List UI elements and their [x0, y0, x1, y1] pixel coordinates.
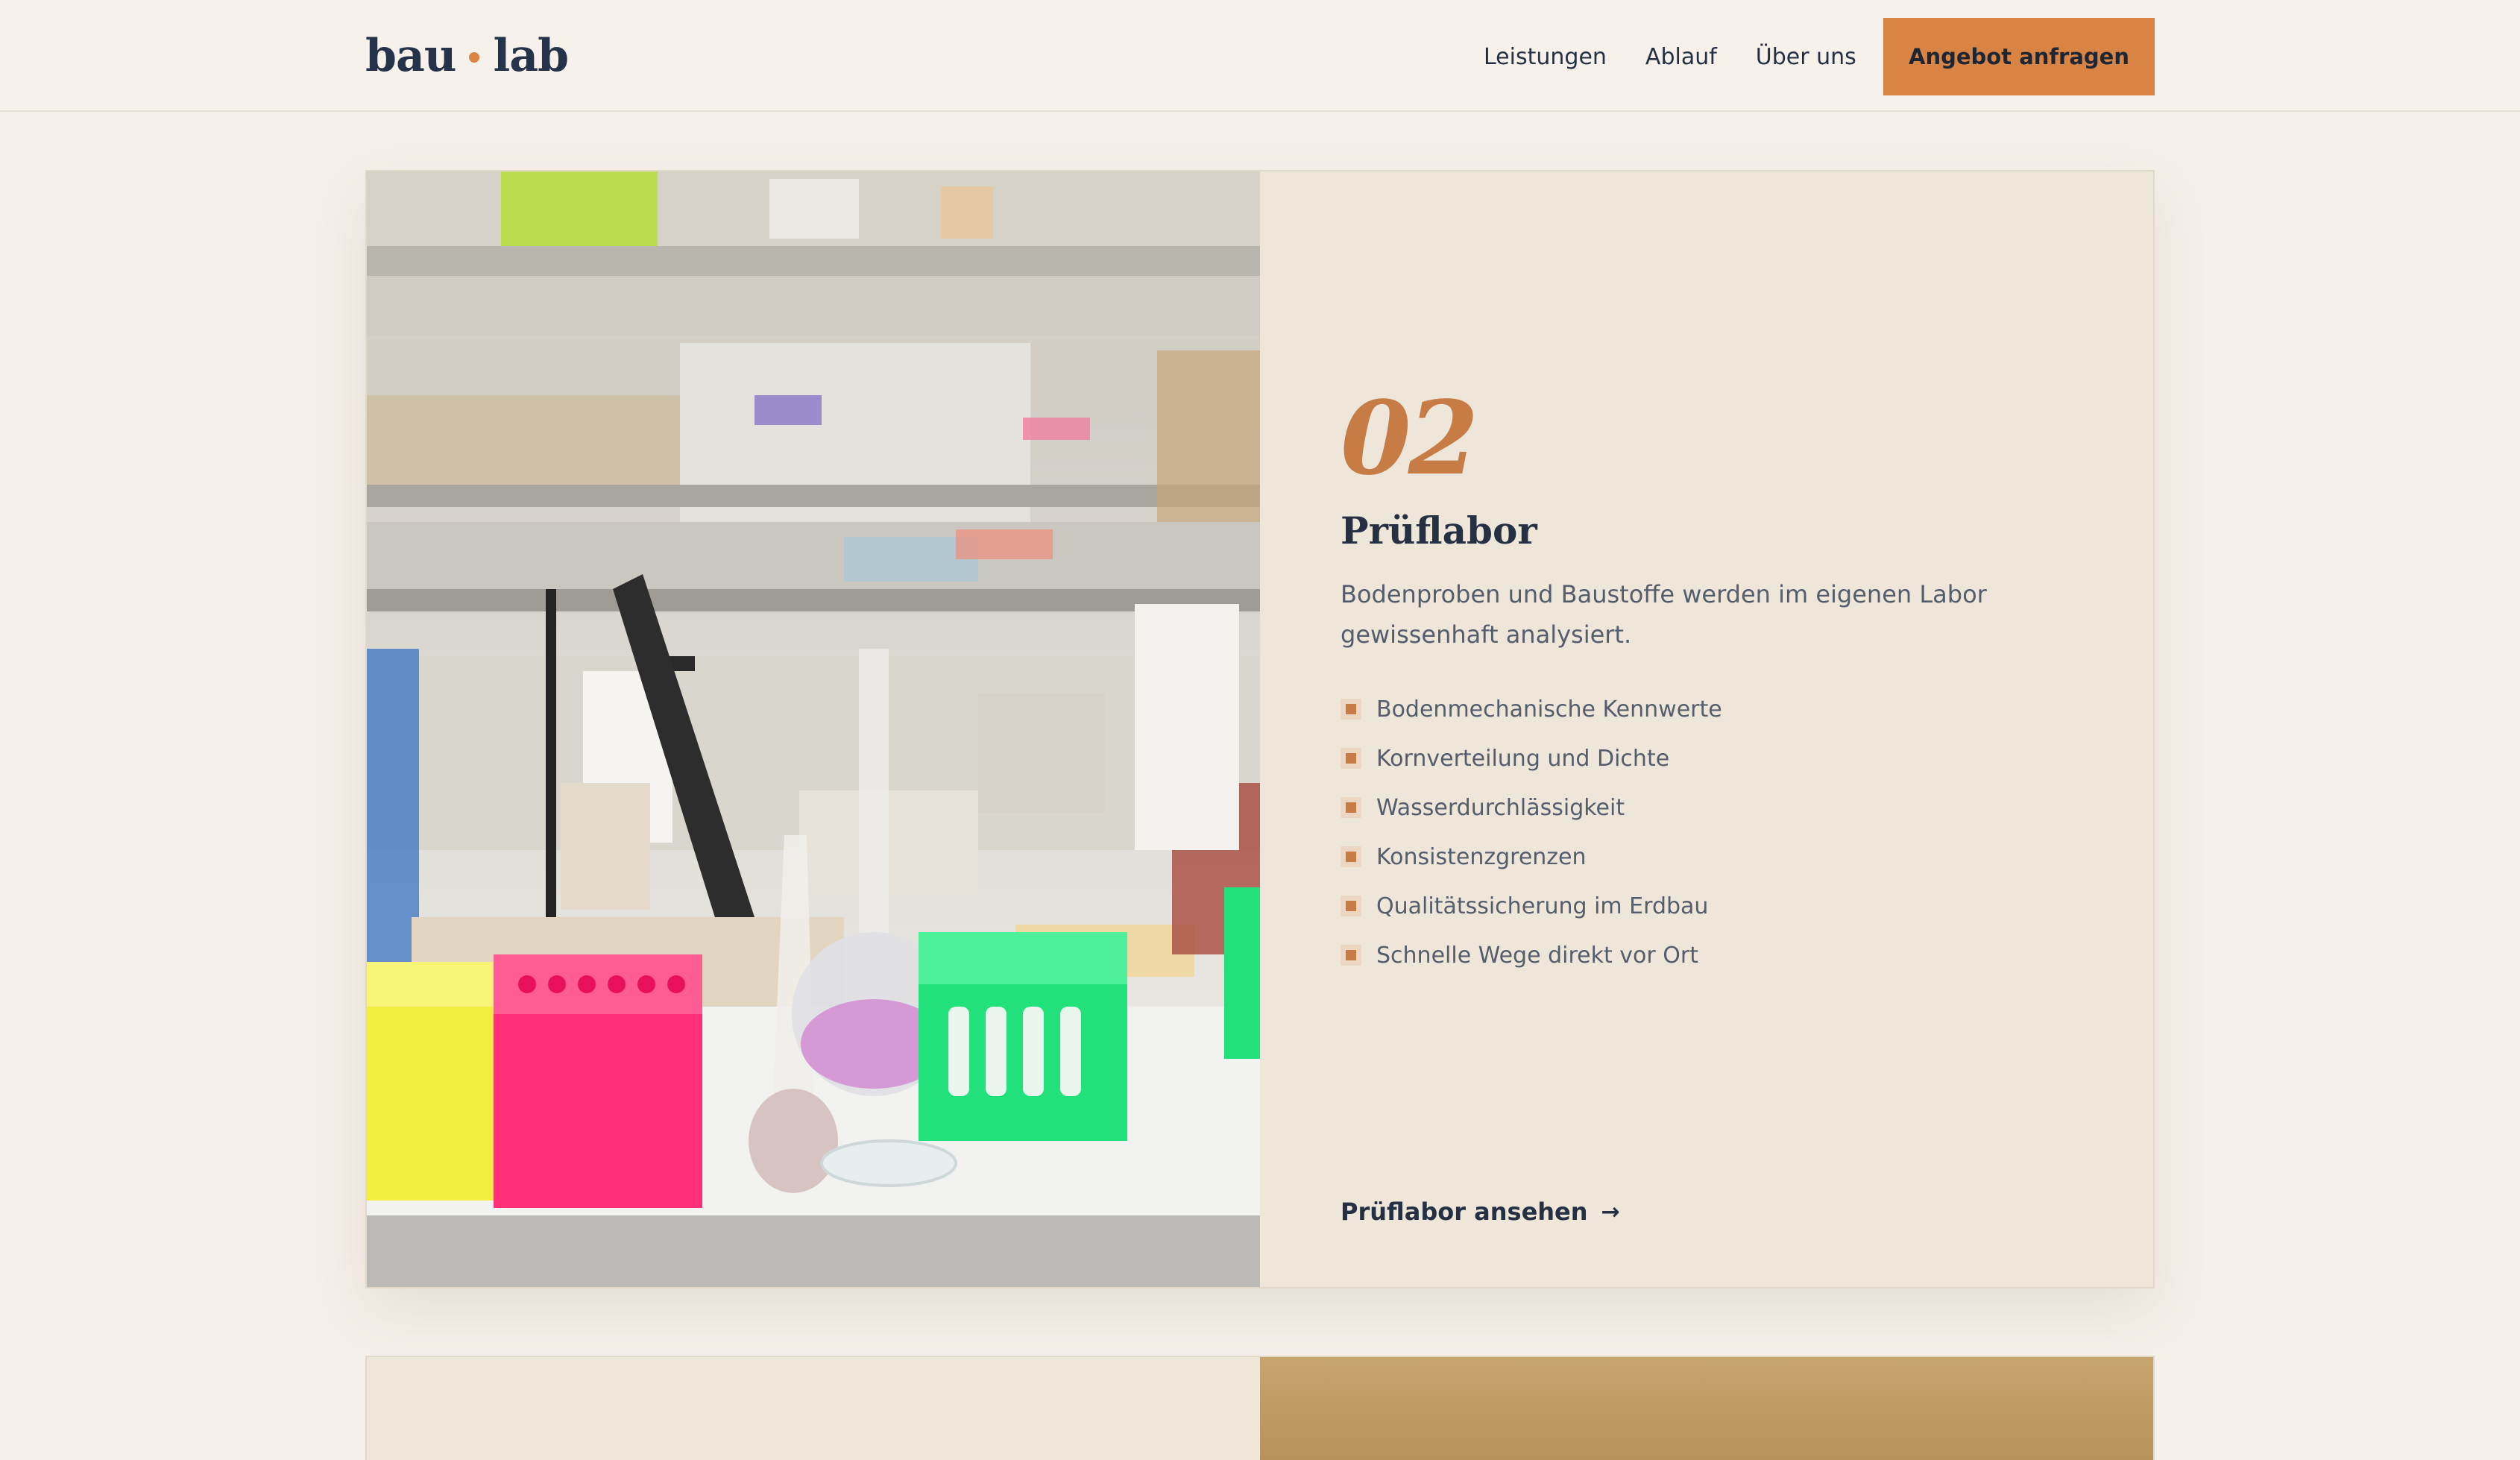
pruflabor-link[interactable]: Prüflabor ansehen →: [1341, 1198, 1620, 1226]
logo[interactable]: bau lab: [365, 25, 569, 86]
next-feature-card: [365, 1356, 2155, 1460]
square-bullet-icon: [1341, 748, 1361, 769]
nav-link-ablauf[interactable]: Ablauf: [1645, 44, 1717, 70]
logo-text-bau: bau: [365, 30, 456, 82]
lab-photo: [367, 172, 1260, 1287]
list-item-label: Bodenmechanische Kennwerte: [1376, 696, 1722, 723]
feature-description: Bodenproben und Baustoffe werden im eige…: [1341, 580, 1987, 649]
square-bullet-icon: [1341, 945, 1361, 966]
list-item-label: Wasserdurchlässigkeit: [1376, 794, 1625, 821]
list-item: Qualitätssicherung im Erdbau: [1341, 881, 1722, 931]
arrow-right-icon: →: [1601, 1198, 1620, 1225]
next-feature-photo: [1260, 1357, 2153, 1460]
list-item: Wasserdurchlässigkeit: [1341, 783, 1722, 832]
list-item: Kornverteilung und Dichte: [1341, 734, 1722, 783]
pruflabor-link-label: Prüflabor ansehen: [1341, 1198, 1588, 1226]
square-bullet-icon: [1341, 699, 1361, 720]
list-item: Konsistenzgrenzen: [1341, 832, 1722, 881]
list-item-label: Schnelle Wege direkt vor Ort: [1376, 942, 1698, 969]
list-item-label: Konsistenzgrenzen: [1376, 843, 1587, 870]
square-bullet-icon: [1341, 896, 1361, 916]
feature-content: 02 Prüflabor Bodenproben und Baustoffe w…: [1260, 172, 2153, 1287]
square-bullet-icon: [1341, 797, 1361, 818]
feature-title: Prüflabor: [1341, 509, 1537, 553]
list-item-label: Kornverteilung und Dichte: [1376, 745, 1670, 772]
list-item: Schnelle Wege direkt vor Ort: [1341, 931, 1722, 980]
list-item: Bodenmechanische Kennwerte: [1341, 685, 1722, 734]
logo-text-lab: lab: [493, 30, 569, 82]
next-feature-content: [367, 1357, 1260, 1460]
main-nav: Leistungen Ablauf Über uns: [1484, 18, 1856, 95]
square-bullet-icon: [1341, 846, 1361, 867]
lab-photo-illustration: [367, 172, 1260, 1287]
feature-number: 02: [1341, 379, 1478, 498]
list-item-label: Qualitätssicherung im Erdbau: [1376, 893, 1709, 919]
feature-card-pruflabor: 02 Prüflabor Bodenproben und Baustoffe w…: [365, 170, 2155, 1288]
logo-dot-icon: [469, 52, 480, 63]
nav-link-leistungen[interactable]: Leistungen: [1484, 44, 1607, 70]
request-quote-button[interactable]: Angebot anfragen: [1883, 18, 2155, 95]
feature-list: Bodenmechanische Kennwerte Kornverteilun…: [1341, 685, 1722, 980]
nav-link-ueber-uns[interactable]: Über uns: [1756, 44, 1856, 70]
site-header: bau lab Leistungen Ablauf Über uns Angeb…: [0, 0, 2520, 112]
